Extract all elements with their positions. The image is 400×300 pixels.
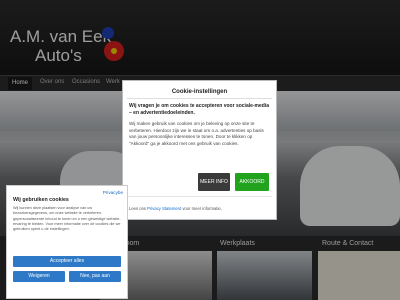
cookie-consent-panel: Privacybe Wij gebruiken cookies Wij kunn… — [6, 185, 128, 299]
panel-title: Wij gebruiken cookies — [13, 197, 69, 203]
privacy-link[interactable]: Privacybe — [103, 190, 123, 195]
privacy-statement-link[interactable]: Privacy Statement — [147, 206, 181, 211]
deny-button[interactable]: Weigeren — [13, 271, 65, 282]
panel-text: Wij kunnen deze plaatsen voor analyse va… — [13, 206, 121, 232]
accept-button[interactable]: AKKOORD — [235, 173, 269, 191]
divider — [127, 196, 272, 197]
dialog-footer: Lees ons Privacy Statement voor meer inf… — [129, 206, 222, 211]
more-info-button[interactable]: MEER INFO — [198, 173, 230, 191]
dialog-body: Wij maken gebruik van cookies om je bele… — [129, 121, 264, 146]
footer-suffix: voor meer informatie. — [182, 206, 222, 211]
dialog-intro: Wij vragen je om cookies te accepteren v… — [129, 103, 270, 116]
cookie-settings-dialog: Cookie-instellingen Wij vragen je om coo… — [122, 80, 277, 220]
dialog-title: Cookie-instellingen — [171, 89, 228, 95]
divider — [127, 98, 272, 99]
accept-all-button[interactable]: Accepteer alles — [13, 256, 121, 267]
footer-prefix: Lees ons — [129, 206, 146, 211]
customize-button[interactable]: Nee, pas aan — [69, 271, 121, 282]
